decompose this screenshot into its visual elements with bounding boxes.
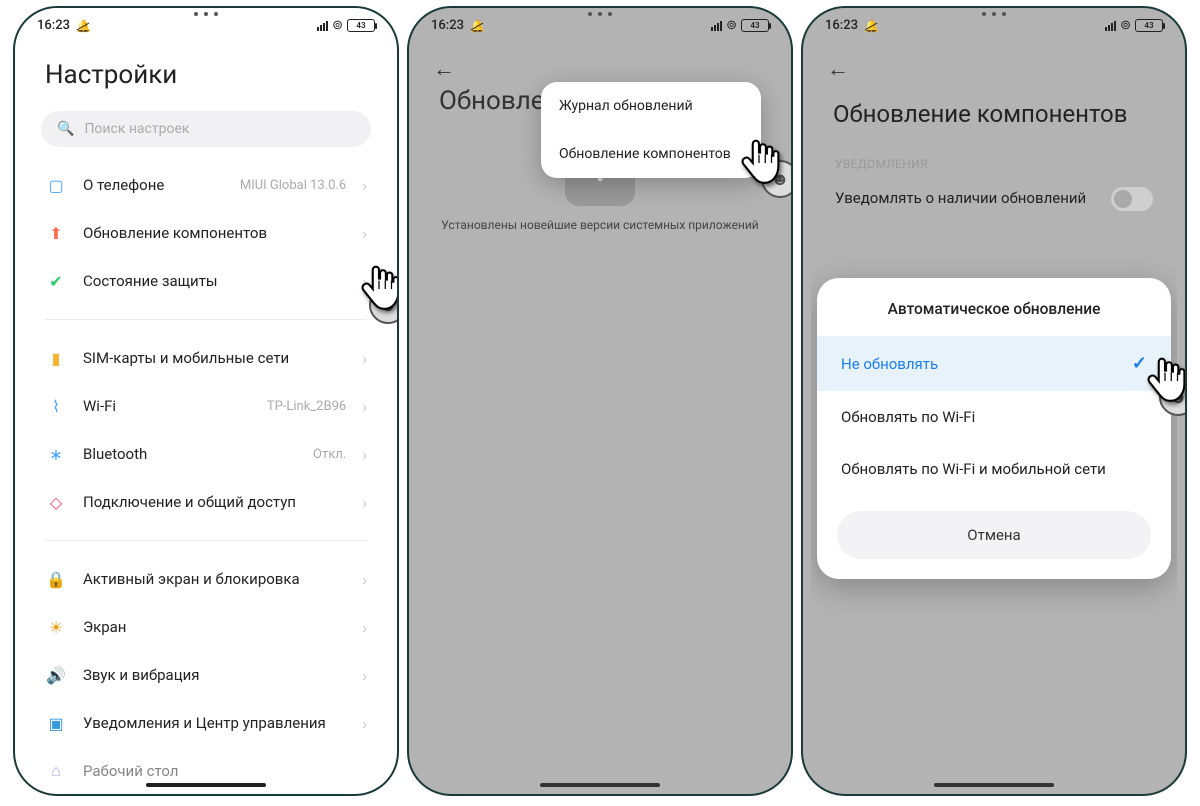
chevron-right-icon: › xyxy=(362,445,367,464)
chevron-right-icon: › xyxy=(362,397,367,416)
bell-icon: ▣ xyxy=(45,712,67,734)
home-indicator[interactable] xyxy=(540,783,660,787)
wifi-status-icon: ⊚ xyxy=(726,18,737,33)
cancel-button[interactable]: Отмена xyxy=(837,511,1151,559)
mute-icon: 🔔 xyxy=(76,19,91,33)
home-icon: ⌂ xyxy=(45,760,67,782)
toggle-switch[interactable] xyxy=(1111,187,1153,211)
sound-icon: 🔊 xyxy=(45,664,67,686)
settings-item-about-phone[interactable]: ▢ О телефоне MIUI Global 13.0.6 › xyxy=(23,161,389,209)
settings-item-wifi[interactable]: ⌇ Wi-Fi TP-Link_2B96 › xyxy=(23,382,389,430)
battery-icon: 43 xyxy=(347,19,375,32)
setting-notify-updates[interactable]: Уведомлять о наличии обновлений xyxy=(811,177,1177,221)
sun-icon: ☀ xyxy=(45,616,67,638)
settings-item-bluetooth[interactable]: ∗ Bluetooth Откл. › xyxy=(23,430,389,478)
clock: 16:23 xyxy=(431,18,464,33)
avatar-badge: ☻ xyxy=(761,160,793,198)
phone-screen-1: 16:23 🔔 ⊚ 43 Настройки 🔍 Поиск настроек … xyxy=(13,6,399,796)
status-message: Установлены новейшие версии системных пр… xyxy=(417,218,783,232)
page-title: Настройки xyxy=(23,42,389,101)
option-wifi[interactable]: Обновлять по Wi-Fi xyxy=(817,391,1171,443)
overflow-menu: Журнал обновлений Обновление компонентов xyxy=(541,82,761,178)
action-sheet: Автоматическое обновление Не обновлять ✓… xyxy=(817,278,1171,579)
search-input[interactable]: 🔍 Поиск настроек xyxy=(41,111,371,147)
avatar-badge: ☻ xyxy=(369,286,399,324)
settings-item-component-updates[interactable]: ⬆ Обновление компонентов › xyxy=(23,209,389,257)
shield-icon: ✔ xyxy=(45,270,67,292)
chevron-right-icon: › xyxy=(362,714,367,733)
sheet-title: Автоматическое обновление xyxy=(817,278,1171,336)
wifi-status-icon: ⊚ xyxy=(332,18,343,33)
arrow-up-icon: ⬆ xyxy=(45,222,67,244)
signal-icon xyxy=(711,21,722,31)
menu-item-changelog[interactable]: Журнал обновлений xyxy=(541,82,761,130)
phone-screen-2: 16:23 🔔 ⊚ 43 ← Обновлен ! Установлены но… xyxy=(407,6,793,796)
signal-icon xyxy=(1105,21,1116,31)
battery-icon: 43 xyxy=(741,19,769,32)
phone-screen-3: 16:23 🔔 ⊚ 43 ← Обновление компонентов УВ… xyxy=(801,6,1187,796)
settings-item-sound[interactable]: 🔊 Звук и вибрация › xyxy=(23,651,389,699)
settings-item-security-status[interactable]: ✔ Состояние защиты › xyxy=(23,257,389,305)
share-icon: ◇ xyxy=(45,491,67,513)
chevron-right-icon: › xyxy=(362,666,367,685)
phone-icon: ▢ xyxy=(45,174,67,196)
chevron-right-icon: › xyxy=(362,618,367,637)
chevron-right-icon: › xyxy=(362,570,367,589)
wifi-status-icon: ⊚ xyxy=(1120,18,1131,33)
option-wifi-mobile[interactable]: Обновлять по Wi-Fi и мобильной сети xyxy=(817,443,1171,495)
settings-item-lockscreen[interactable]: 🔒 Активный экран и блокировка › xyxy=(23,555,389,603)
chevron-right-icon: › xyxy=(362,176,367,195)
clock: 16:23 xyxy=(825,18,858,33)
settings-item-notifications[interactable]: ▣ Уведомления и Центр управления › xyxy=(23,699,389,747)
back-button[interactable]: ← xyxy=(811,42,1177,82)
section-header: УВЕДОМЛЕНИЯ xyxy=(811,139,1177,177)
signal-icon xyxy=(317,21,328,31)
settings-item-sharing[interactable]: ◇ Подключение и общий доступ › xyxy=(23,478,389,526)
chevron-right-icon: › xyxy=(362,493,367,512)
bluetooth-icon: ∗ xyxy=(45,443,67,465)
mute-icon: 🔔 xyxy=(470,19,485,33)
chevron-right-icon: › xyxy=(362,272,367,291)
clock: 16:23 xyxy=(37,18,70,33)
settings-item-display[interactable]: ☀ Экран › xyxy=(23,603,389,651)
settings-item-sim[interactable]: ▮ SIM-карты и мобильные сети › xyxy=(23,334,389,382)
search-placeholder: Поиск настроек xyxy=(84,121,189,137)
home-indicator[interactable] xyxy=(934,783,1054,787)
back-button[interactable]: ← xyxy=(417,42,783,82)
search-icon: 🔍 xyxy=(57,121,74,137)
chevron-right-icon: › xyxy=(362,349,367,368)
page-title: Обновление компонентов xyxy=(811,82,1177,139)
settings-item-home[interactable]: ⌂ Рабочий стол xyxy=(23,747,389,784)
battery-icon: 43 xyxy=(1135,19,1163,32)
mute-icon: 🔔 xyxy=(864,19,879,33)
chevron-right-icon: › xyxy=(362,224,367,243)
lock-icon: 🔒 xyxy=(45,568,67,590)
menu-item-component-update[interactable]: Обновление компонентов xyxy=(541,130,761,178)
sim-icon: ▮ xyxy=(45,347,67,369)
check-icon: ✓ xyxy=(1132,353,1147,374)
wifi-icon: ⌇ xyxy=(45,395,67,417)
home-indicator[interactable] xyxy=(146,783,266,787)
option-no-update[interactable]: Не обновлять ✓ xyxy=(817,336,1171,391)
